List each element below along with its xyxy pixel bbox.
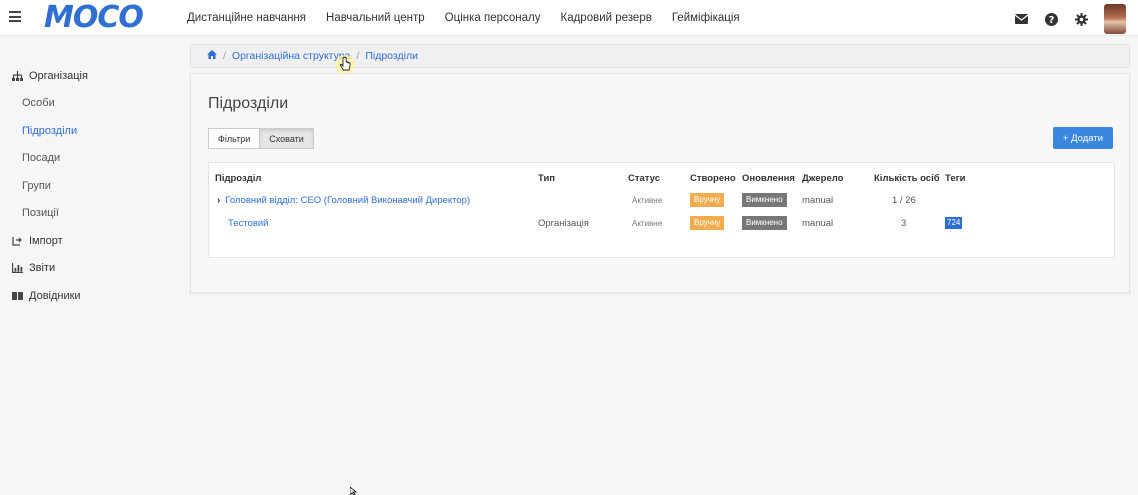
sidebar-item-label: Позиції <box>22 207 59 220</box>
column-header-department[interactable]: Підрозділ <box>215 173 261 184</box>
sidebar-item-label: Звіти <box>29 262 56 275</box>
menu-icon[interactable] <box>9 11 21 22</box>
sidebar-item-label: Посади <box>22 152 61 165</box>
departments-table: Підрозділ Тип Статус Створено Оновлення … <box>208 162 1115 258</box>
page-title: Підрозділи <box>208 95 289 112</box>
filters-button[interactable]: Фільтри <box>208 128 261 149</box>
sidebar-item-label: Довідники <box>29 289 81 302</box>
breadcrumb: / Організаційна структура / Підрозділи <box>190 44 1130 68</box>
add-button[interactable]: + Додати <box>1052 127 1113 149</box>
column-header-tags[interactable]: Теги <box>945 173 965 184</box>
column-header-status[interactable]: Статус <box>628 173 660 184</box>
breadcrumb-org-structure[interactable]: Організаційна структура <box>232 50 350 62</box>
count-cell: 1 / 26 <box>892 194 916 206</box>
table-row: › Головний відділ: CEO (Головний Виконав… <box>209 189 1114 211</box>
type-cell: Організація <box>538 217 589 229</box>
nav-gamification[interactable]: Гейміфікація <box>672 12 740 24</box>
department-link[interactable]: Тестовий <box>228 218 269 229</box>
updated-badge: Вимкнено <box>742 193 787 207</box>
sidebar-item-label: Підрозділи <box>22 124 78 137</box>
nav-talent-pool[interactable]: Кадровий резерв <box>561 12 652 24</box>
arrow-cursor-icon <box>350 487 358 495</box>
created-badge: Вручну <box>690 216 725 230</box>
status-cell: Активне <box>632 218 663 228</box>
import-icon <box>11 235 23 247</box>
sidebar-item-label: Особи <box>22 97 55 110</box>
updated-cell: Вимкнено <box>742 189 787 211</box>
breadcrumb-separator: / <box>223 50 226 62</box>
expand-chevron-icon[interactable]: › <box>217 195 220 206</box>
source-cell: manual <box>802 194 834 206</box>
user-avatar[interactable] <box>1104 4 1126 34</box>
sidebar-item-directories[interactable]: Довідники <box>0 282 180 310</box>
column-header-created[interactable]: Створено <box>690 173 736 184</box>
column-header-source[interactable]: Джерело <box>802 173 843 184</box>
top-bar: MOCO Дистанційне навчання Навчальний цен… <box>0 0 1138 36</box>
sidebar-item-positions[interactable]: Посади <box>0 145 180 173</box>
sidebar-item-label: Групи <box>22 179 51 192</box>
table-row: Тестовий Організація Активне Вручну Вимк… <box>209 212 1114 234</box>
hide-button[interactable]: Сховати <box>260 128 314 149</box>
sidebar-item-reports[interactable]: Звіти <box>0 255 180 283</box>
department-cell: Тестовий <box>228 212 269 234</box>
envelope-icon[interactable] <box>1014 12 1028 26</box>
tags-cell: 724 <box>945 212 963 234</box>
department-cell: › Головний відділ: CEO (Головний Виконав… <box>217 189 470 211</box>
source-cell: manual <box>802 217 834 229</box>
count-cell: 3 <box>901 217 907 229</box>
created-cell: Вручну <box>690 189 725 211</box>
nav-distance-learning[interactable]: Дистанційне навчання <box>187 12 306 24</box>
nav-staff-evaluation[interactable]: Оцінка персоналу <box>445 12 541 24</box>
updated-cell: Вимкнено <box>742 212 787 234</box>
created-cell: Вручну <box>690 212 725 234</box>
main-panel: Підрозділи Фільтри Сховати + Додати Підр… <box>190 73 1130 293</box>
home-icon[interactable] <box>207 50 217 62</box>
created-badge: Вручну <box>690 193 725 207</box>
department-link[interactable]: Головний відділ: CEO (Головний Виконавчи… <box>225 195 470 206</box>
sidebar: Організація Особи Підрозділи Посади Груп… <box>0 62 180 310</box>
sidebar-item-label: Організація <box>29 69 88 82</box>
nav-training-center[interactable]: Навчальний центр <box>326 12 425 24</box>
sidebar-item-label: Імпорт <box>29 234 63 247</box>
updated-badge: Вимкнено <box>742 216 787 230</box>
status-cell: Активне <box>632 195 663 205</box>
gear-icon[interactable] <box>1074 12 1088 26</box>
tag-badge[interactable]: 724 <box>945 217 963 229</box>
column-header-updated[interactable]: Оновлення <box>742 173 795 184</box>
help-icon[interactable]: ? <box>1044 12 1058 26</box>
logo[interactable]: MOCO <box>44 2 144 34</box>
sidebar-item-groups[interactable]: Групи <box>0 172 180 200</box>
main-nav: Дистанційне навчання Навчальний центр Оц… <box>187 0 760 36</box>
sidebar-item-organization[interactable]: Організація <box>0 62 180 90</box>
sidebar-item-departments[interactable]: Підрозділи <box>0 117 180 145</box>
column-header-count[interactable]: Кількість осіб <box>874 173 940 184</box>
sidebar-item-persons[interactable]: Особи <box>0 90 180 118</box>
breadcrumb-departments[interactable]: Підрозділи <box>365 50 418 62</box>
book-icon <box>11 290 23 302</box>
svg-text:?: ? <box>1048 15 1054 26</box>
filter-button-group: Фільтри Сховати <box>208 128 314 149</box>
top-icons: ? <box>998 4 1126 34</box>
reports-icon <box>11 262 23 274</box>
org-tree-icon <box>11 70 23 82</box>
breadcrumb-separator: / <box>356 50 360 62</box>
sidebar-item-slots[interactable]: Позиції <box>0 200 180 228</box>
column-header-type[interactable]: Тип <box>538 173 555 184</box>
sidebar-item-import[interactable]: Імпорт <box>0 227 180 255</box>
